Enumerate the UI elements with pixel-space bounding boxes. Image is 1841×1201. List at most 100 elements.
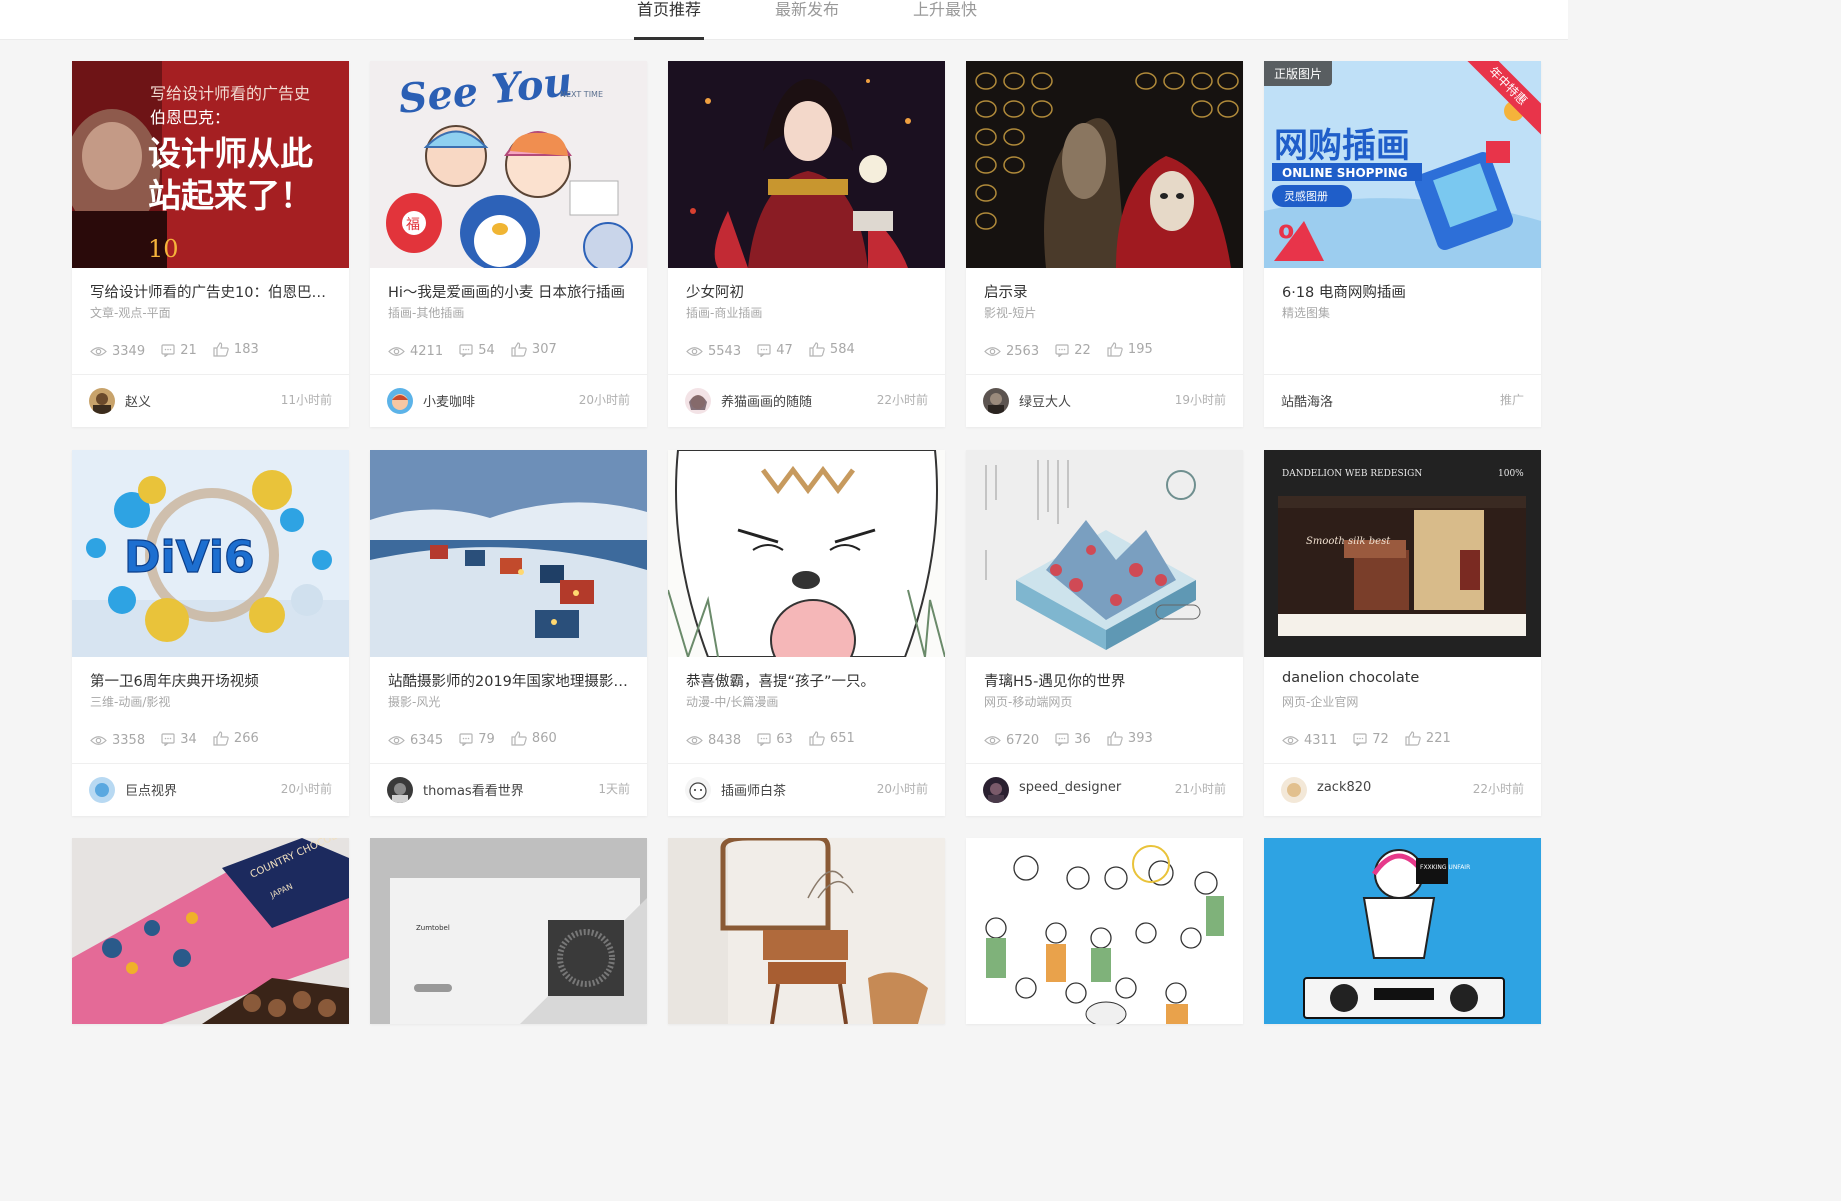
work-title[interactable]: 写给设计师看的广告史10：伯恩巴克：设计师从此站起来了！ — [90, 281, 335, 302]
like-count: 860 — [531, 731, 557, 746]
work-category[interactable]: 三维-动画/影视 — [90, 693, 170, 710]
avatar[interactable] — [685, 388, 711, 414]
work-thumbnail[interactable]: DANDELION WEB REDESIGN 100% Smooth silk … — [1264, 450, 1541, 657]
comment-icon — [161, 344, 175, 357]
work-title[interactable]: 6·18 电商网购插画 — [1282, 281, 1527, 302]
work-thumbnail[interactable] — [966, 450, 1243, 657]
work-card[interactable]: 恭喜傲霸，喜提“孩子”一只。 动漫-中/长篇漫画 8438 63 651 插画师… — [668, 450, 945, 816]
work-category[interactable]: 网页-移动端网页 — [984, 693, 1072, 710]
licensed-image-badge: 正版图片 — [1264, 61, 1333, 86]
work-thumbnail[interactable]: Zumtobel — [370, 838, 647, 1024]
work-card[interactable]: 少女阿初 插画-商业插画 5543 47 584 养猫画画的随随 22小时前 — [668, 61, 945, 427]
avatar[interactable] — [685, 777, 711, 803]
svg-text:ONLINE SHOPPING: ONLINE SHOPPING — [1282, 166, 1408, 180]
post-time: 20小时前 — [280, 782, 332, 796]
comment-count: 72 — [1372, 732, 1389, 747]
work-title[interactable]: 少女阿初 — [686, 281, 931, 302]
avatar[interactable] — [983, 388, 1009, 414]
author-name[interactable]: 小麦咖啡 — [423, 391, 475, 410]
work-title[interactable]: danelion chocolate — [1282, 670, 1527, 686]
author-name[interactable]: 插画师白茶 — [721, 780, 786, 799]
work-stats: 6345 79 860 — [388, 731, 569, 748]
comment-count: 22 — [1074, 343, 1091, 358]
work-thumbnail[interactable]: 网购插画 ONLINE SHOPPING 灵感图册 % 正版图片 年中特惠 — [1264, 61, 1541, 268]
work-thumbnail[interactable] — [966, 838, 1243, 1024]
author-name[interactable]: speed_designer — [1019, 780, 1121, 795]
thumb-up-icon — [809, 731, 825, 746]
work-category[interactable]: 插画-其他插画 — [388, 304, 464, 321]
work-title[interactable]: 恭喜傲霸，喜提“孩子”一只。 — [686, 670, 931, 691]
work-thumbnail[interactable] — [668, 61, 945, 268]
svg-text:NEXT TIME: NEXT TIME — [560, 90, 603, 99]
tab-latest[interactable]: 最新发布 — [772, 0, 842, 39]
work-thumbnail[interactable] — [370, 450, 647, 657]
avatar[interactable] — [89, 388, 115, 414]
work-thumbnail[interactable] — [668, 838, 945, 1024]
work-category[interactable]: 精选图集 — [1282, 304, 1330, 321]
work-card[interactable]: Zumtobel — [370, 838, 647, 1024]
author-name[interactable]: 赵义 — [125, 391, 151, 410]
eye-icon — [686, 347, 703, 356]
comment-icon — [1055, 344, 1069, 357]
avatar[interactable] — [387, 388, 413, 414]
view-count: 3358 — [112, 733, 146, 748]
work-category[interactable]: 摄影-风光 — [388, 693, 440, 710]
work-card[interactable]: See You NEXT TIME 福 Hi～我是爱画画的小麦 日本旅行插画 插… — [370, 61, 647, 427]
work-category[interactable]: 影视-短片 — [984, 304, 1036, 321]
work-thumbnail[interactable] — [966, 61, 1243, 268]
work-thumbnail[interactable]: FXXKING UNFAIR — [1264, 838, 1541, 1024]
tab-home-recommend[interactable]: 首页推荐 — [634, 0, 704, 40]
card-footer: zack820 22小时前 — [1264, 764, 1541, 816]
tab-rising-fastest[interactable]: 上升最快 — [910, 0, 980, 39]
avatar[interactable] — [387, 777, 413, 803]
avatar[interactable] — [1281, 777, 1307, 803]
work-card[interactable]: 青璃H5-遇见你的世界 网页-移动端网页 6720 36 393 speed_d… — [966, 450, 1243, 816]
work-card[interactable]: FXXKING UNFAIR — [1264, 838, 1541, 1024]
view-count: 5543 — [708, 344, 742, 359]
work-card[interactable]: DiVi6 第一卫6周年庆典开场视频 三维-动画/影视 3358 34 266 … — [72, 450, 349, 816]
thumb-up-icon — [1107, 731, 1123, 746]
work-thumbnail[interactable]: COUNTRY CHOCOLATES JAPAN — [72, 838, 349, 1024]
author-name[interactable]: 绿豆大人 — [1019, 391, 1071, 410]
comment-icon — [757, 733, 771, 746]
work-card[interactable] — [966, 838, 1243, 1024]
work-title[interactable]: 第一卫6周年庆典开场视频 — [90, 670, 335, 691]
work-card[interactable]: 站酷摄影师的2019年国家地理摄影作品 摄影-风光 6345 79 860 th… — [370, 450, 647, 816]
author-name[interactable]: 巨点视界 — [125, 780, 177, 799]
view-count: 6720 — [1006, 733, 1040, 748]
work-card[interactable]: COUNTRY CHOCOLATES JAPAN — [72, 838, 349, 1024]
work-category[interactable]: 网页-企业官网 — [1282, 693, 1358, 710]
work-category[interactable]: 插画-商业插画 — [686, 304, 762, 321]
work-title[interactable]: Hi～我是爱画画的小麦 日本旅行插画 — [388, 281, 633, 302]
work-thumbnail[interactable]: See You NEXT TIME 福 — [370, 61, 647, 268]
work-category[interactable]: 文章-观点-平面 — [90, 304, 171, 321]
avatar[interactable] — [983, 777, 1009, 803]
work-title[interactable]: 青璃H5-遇见你的世界 — [984, 670, 1229, 691]
work-card[interactable]: 启示录 影视-短片 2563 22 195 绿豆大人 19小时前 — [966, 61, 1243, 427]
avatar[interactable] — [89, 777, 115, 803]
svg-text:10: 10 — [148, 235, 179, 263]
work-card[interactable]: DANDELION WEB REDESIGN 100% Smooth silk … — [1264, 450, 1541, 816]
work-thumbnail[interactable]: DiVi6 — [72, 450, 349, 657]
work-title[interactable]: 站酷摄影师的2019年国家地理摄影作品 — [388, 670, 633, 691]
view-count: 4211 — [410, 344, 444, 359]
work-thumbnail[interactable] — [668, 450, 945, 657]
thumb-up-icon — [1405, 731, 1421, 746]
author-name[interactable]: thomas看看世界 — [423, 780, 524, 799]
view-count: 3349 — [112, 344, 146, 359]
work-category[interactable]: 动漫-中/长篇漫画 — [686, 693, 778, 710]
post-time: 21小时前 — [1174, 782, 1226, 796]
promo-card[interactable]: 网购插画 ONLINE SHOPPING 灵感图册 % 正版图片 年中特惠 6·… — [1264, 61, 1541, 427]
work-card[interactable]: 写给设计师看的广告史 伯恩巴克： 设计师从此 站起来了！ 10 写给设计师看的广… — [72, 61, 349, 427]
comment-count: 34 — [180, 732, 197, 747]
work-card[interactable] — [668, 838, 945, 1024]
card-footer: 养猫画画的随随 22小时前 — [668, 375, 945, 427]
work-title[interactable]: 启示录 — [984, 281, 1229, 302]
author-name[interactable]: 站酷海洛 — [1281, 391, 1333, 410]
author-name[interactable]: 养猫画画的随随 — [721, 391, 812, 410]
eye-icon — [90, 347, 107, 356]
work-thumbnail[interactable]: 写给设计师看的广告史 伯恩巴克： 设计师从此 站起来了！ 10 — [72, 61, 349, 268]
like-count: 221 — [1425, 731, 1451, 746]
post-time: 22小时前 — [1472, 782, 1524, 796]
author-name[interactable]: zack820 — [1317, 780, 1371, 795]
